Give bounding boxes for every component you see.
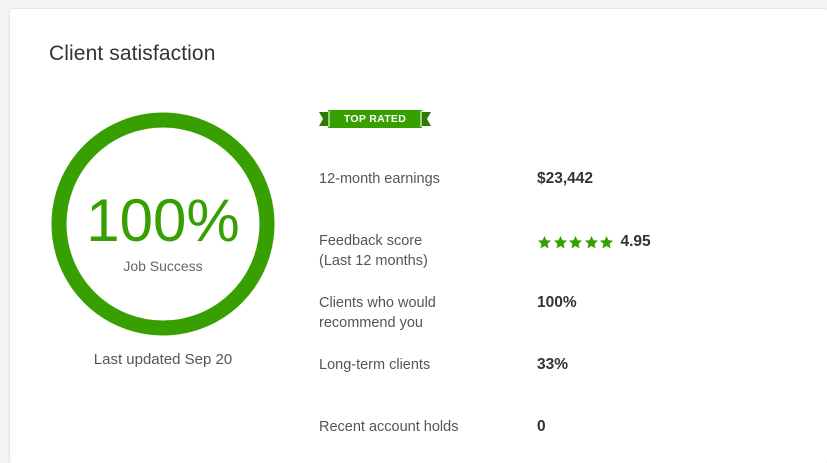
top-rated-badge-text: TOP RATED bbox=[343, 113, 407, 125]
job-success-ring: 100% Job Success bbox=[48, 109, 278, 339]
star-icon bbox=[599, 235, 614, 248]
account-holds-label: Recent account holds bbox=[319, 419, 459, 435]
longterm-value: 33% bbox=[537, 356, 569, 373]
feedback-score-value: 4.95 bbox=[620, 233, 651, 250]
star-rating-icons bbox=[537, 235, 615, 250]
account-holds-value: 0 bbox=[537, 418, 546, 435]
feedback-label-line1: Feedback score bbox=[319, 233, 423, 249]
feedback-rating: 4.95 bbox=[537, 233, 651, 251]
top-rated-badge: TOP RATED bbox=[319, 110, 431, 128]
earnings-value: $23,442 bbox=[537, 170, 594, 187]
recommend-value: 100% bbox=[537, 294, 577, 311]
recommend-label-line2: recommend you bbox=[319, 315, 423, 331]
feedback-label-line2: (Last 12 months) bbox=[319, 253, 428, 269]
card-title: Client satisfaction bbox=[49, 42, 216, 65]
star-icon bbox=[568, 235, 583, 248]
star-icon bbox=[553, 235, 567, 248]
longterm-label: Long-term clients bbox=[319, 357, 431, 373]
star-icon bbox=[537, 235, 552, 248]
recommend-label-line1: Clients who would bbox=[319, 295, 436, 311]
earnings-label: 12-month earnings bbox=[319, 171, 440, 187]
client-satisfaction-card: Client satisfaction 100% Job Success Las… bbox=[10, 9, 827, 463]
job-success-percent: 100% bbox=[86, 187, 240, 254]
star-icon bbox=[584, 235, 598, 248]
last-updated-text: Last updated Sep 20 bbox=[93, 351, 233, 368]
job-success-label: Job Success bbox=[123, 258, 203, 274]
